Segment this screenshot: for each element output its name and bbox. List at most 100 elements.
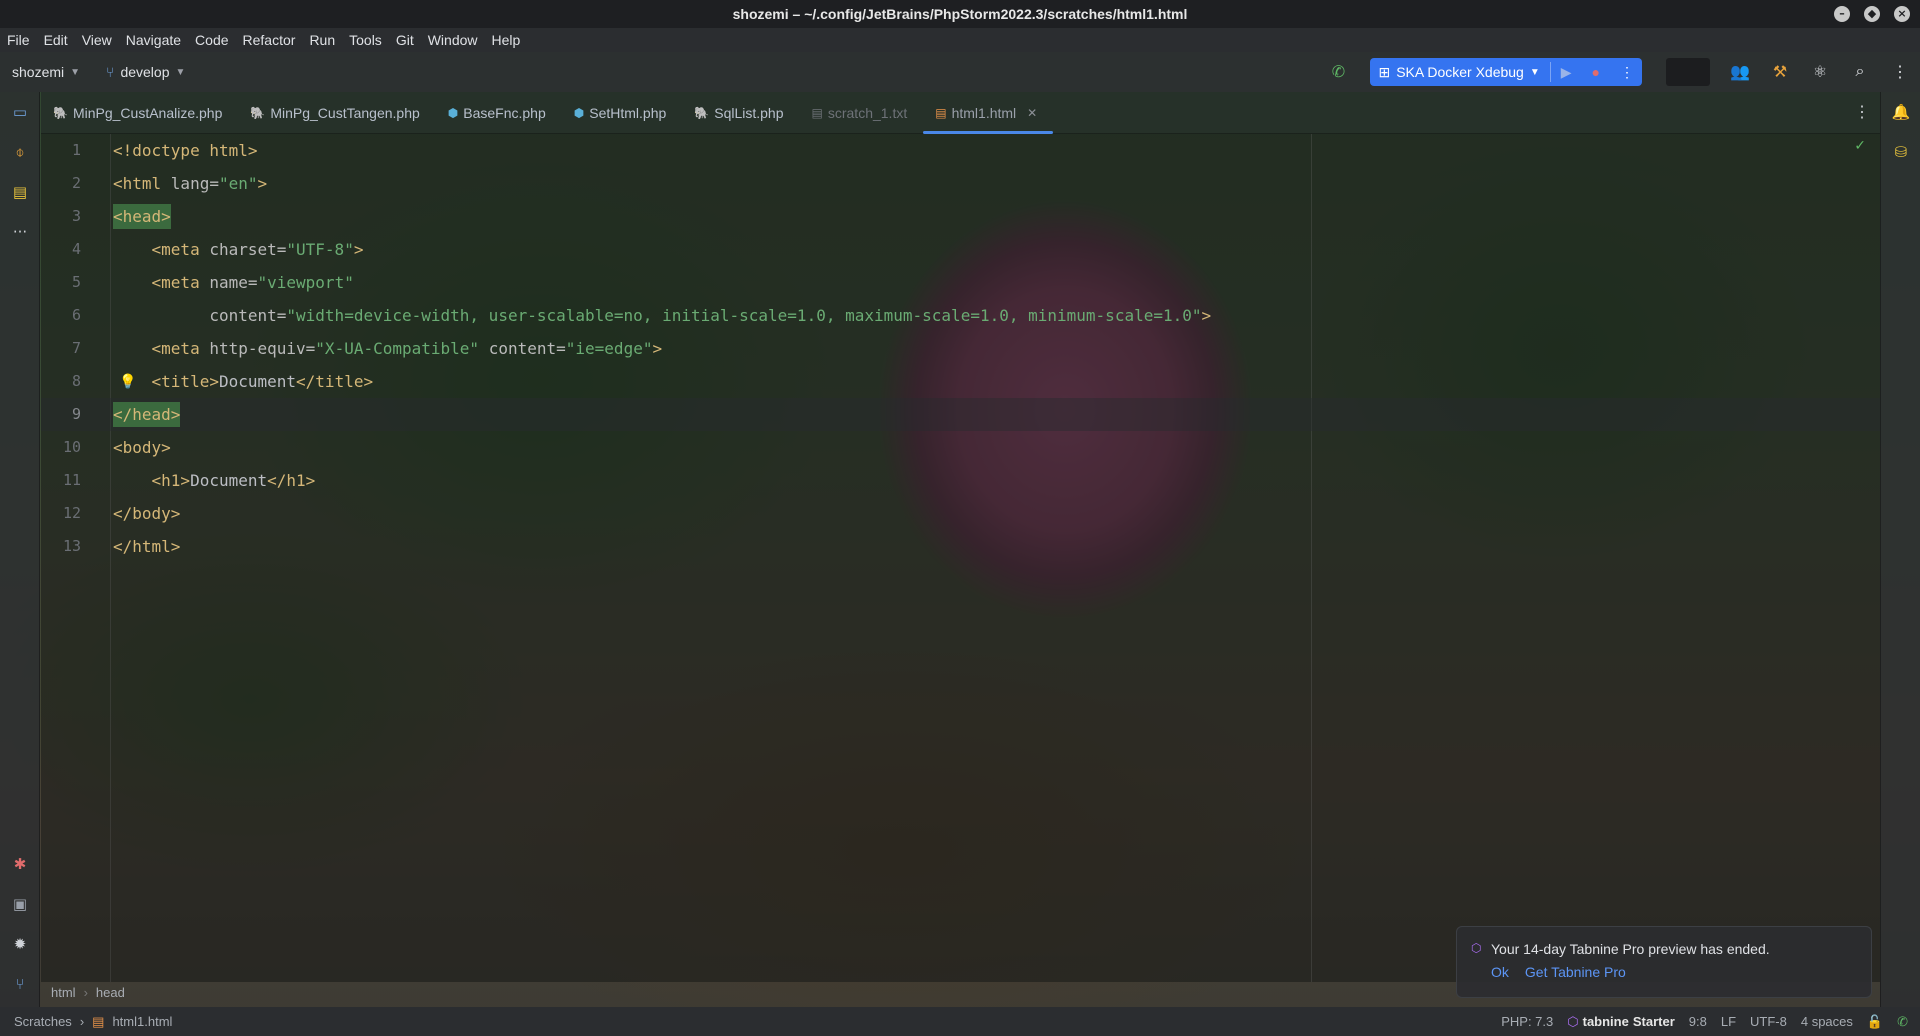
menu-run[interactable]: Run [308,32,336,48]
tabnine-icon: ⬡ [1471,941,1482,955]
structure-icon[interactable]: ▤ [8,180,32,204]
maximize-icon[interactable]: ◆ [1864,6,1880,22]
menu-view[interactable]: View [81,32,113,48]
code-token: "en" [218,174,258,193]
status-widgets: PHP: 7.3 ⬡ tabnine Starter 9:8 LF UTF-8 … [1501,1007,1908,1036]
search-icon[interactable]: ⌕ [1840,52,1880,92]
phone-listen-debug-icon[interactable]: ✆ [1318,52,1358,92]
ok-link[interactable]: Ok [1491,964,1509,980]
database-icon[interactable]: ⛁ [1889,140,1913,164]
menu-code[interactable]: Code [194,32,229,48]
tab-label: SqlList.php [714,104,784,121]
code-line: <meta charset="UTF-8"> [113,233,1813,266]
menu-refactor[interactable]: Refactor [242,32,297,48]
phone-listen-debug-icon[interactable]: ✆ [1897,1014,1908,1030]
code-token: name= [209,273,258,292]
menu-navigate[interactable]: Navigate [125,32,182,48]
project-view-icon[interactable]: ▭ [8,100,32,124]
breadcrumb-item[interactable]: html [51,985,76,1000]
docker-config-icon: ⊞ [1378,63,1391,80]
code-line: <h1>Document</h1> [113,464,1813,497]
line-number: 7 [71,339,81,357]
debug-icon[interactable]: ● [1592,64,1600,80]
status-file[interactable]: html1.html [112,1014,172,1029]
code-line: <body> [113,431,1813,464]
tabs-more-icon[interactable]: ⋮ [1854,102,1870,122]
notification-actions: Ok Get Tabnine Pro [1491,964,1626,980]
code-token: <meta [113,339,210,358]
right-tool-strip: 🔔 ⛁ [1880,92,1920,1007]
menu-window[interactable]: Window [427,32,479,48]
commit-icon[interactable]: ⌽ [8,140,32,164]
code-line-current: </head> [41,398,1880,431]
editor-gutter: 1 2 3 4 5 6 7 8 9 10 11 12 13 💡 [41,134,136,982]
code-token: "viewport" [257,273,354,292]
file-encoding[interactable]: UTF-8 [1750,1014,1787,1029]
tabnine-widget[interactable]: ⬡ tabnine Starter [1567,1014,1675,1030]
get-tabnine-pro-link[interactable]: Get Tabnine Pro [1525,964,1626,980]
settings-icon[interactable]: ⋮ [1880,52,1920,92]
status-scope[interactable]: Scratches [14,1014,72,1029]
divider [1549,62,1551,82]
menu-help[interactable]: Help [491,32,522,48]
caret-position[interactable]: 9:8 [1689,1014,1707,1029]
line-number: 10 [62,438,81,456]
line-number: 13 [62,537,81,555]
tab-minpg-custanalize[interactable]: 🐘 MinPg_CustAnalize.php [41,92,238,134]
notification-text: Your 14-day Tabnine Pro preview has ende… [1491,941,1770,957]
more-tools-icon[interactable]: ··· [8,220,32,244]
code-token: > [257,174,268,193]
notifications-icon[interactable]: 🔔 [1889,100,1913,124]
minimize-icon[interactable]: – [1834,6,1850,22]
debug-tool-icon[interactable]: ✱ [8,852,32,876]
php-version[interactable]: PHP: 7.3 [1501,1014,1553,1029]
status-breadcrumb: Scratches › ▤ html1.html [14,1014,172,1030]
code-with-me-icon[interactable]: 👥 [1720,52,1760,92]
tab-sethtml[interactable]: ⬢ SetHtml.php [562,92,683,134]
tools-icon[interactable]: ⚒ [1760,52,1800,92]
breadcrumb-item[interactable]: head [96,985,125,1000]
code-token: content= [113,306,287,325]
html-file-icon: ▤ [935,105,947,120]
git-branch-icon: ⑂ [106,64,115,80]
code-token: </h1> [267,471,316,490]
run-icon[interactable]: ▶ [1561,64,1572,81]
inspection-ok-icon[interactable]: ✓ [1854,138,1866,154]
php-elephant-icon: 🐘 [250,105,266,120]
main-toolbar: shozemi ▼ ⑂ develop ▼ ✆ ⊞ SKA Docker Xde… [0,52,1920,92]
php-elephant-icon: 🐘 [694,105,710,120]
branch-selector[interactable]: ⑂ develop ▼ [106,64,185,80]
menu-edit[interactable]: Edit [43,32,69,48]
lock-icon[interactable]: 🔓 [1867,1014,1883,1030]
line-numbers: 1 2 3 4 5 6 7 8 9 10 11 12 13 [41,134,81,563]
indent-setting[interactable]: 4 spaces [1801,1014,1853,1029]
code-token: <meta [113,240,210,259]
code-line: <head> [113,200,1813,233]
menu-tools[interactable]: Tools [348,32,383,48]
menu-file[interactable]: File [6,32,31,48]
code-line: <meta name="viewport" [113,266,1813,299]
tab-label: html1.html [951,104,1017,121]
more-actions-icon[interactable]: ⋮ [1620,64,1634,81]
git-icon[interactable]: ⑂ [8,972,32,996]
code-token: "UTF-8" [286,240,354,259]
tab-sqllist[interactable]: 🐘 SqlList.php [682,92,799,134]
close-tab-icon[interactable]: ✕ [1027,106,1037,120]
close-icon[interactable]: × [1894,6,1910,22]
code-token: "ie=edge" [565,339,653,358]
terminal-icon[interactable]: ▣ [8,892,32,916]
code-line: content="width=device-width, user-scalab… [113,299,1813,332]
code-token: "X-UA-Compatible" [315,339,480,358]
problems-icon[interactable]: ✹ [8,932,32,956]
tab-scratch-1[interactable]: ▤ scratch_1.txt [800,92,924,134]
run-config-widget[interactable]: ⊞ SKA Docker Xdebug ▼ ▶ ● ⋮ [1370,58,1642,86]
menu-git[interactable]: Git [395,32,415,48]
ai-assistant-icon[interactable]: ⚛ [1800,52,1840,92]
tab-minpg-custtangen[interactable]: 🐘 MinPg_CustTangen.php [238,92,435,134]
project-selector[interactable]: shozemi ▼ [12,64,80,80]
code-token: > [1201,306,1212,325]
line-separator[interactable]: LF [1721,1014,1736,1029]
tab-html1[interactable]: ▤ html1.html ✕ [923,92,1054,134]
code-editor[interactable]: 1 2 3 4 5 6 7 8 9 10 11 12 13 💡 ✓ <!doct… [41,134,1880,982]
tab-basefnc[interactable]: ⬢ BaseFnc.php [436,92,562,134]
